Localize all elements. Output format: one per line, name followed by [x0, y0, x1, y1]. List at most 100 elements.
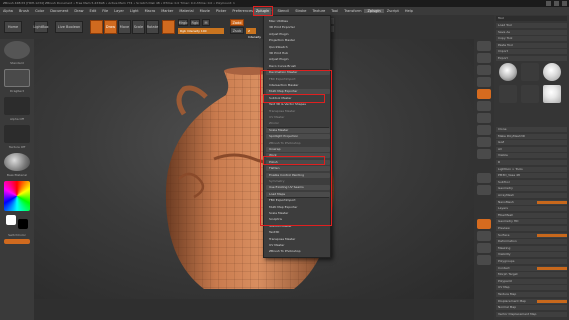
move-button[interactable]: Move: [118, 20, 131, 34]
brush-icon[interactable]: [4, 41, 30, 59]
menu-layer[interactable]: Layer: [111, 9, 127, 13]
menu-brush[interactable]: Brush: [16, 9, 32, 13]
polyf-button[interactable]: [477, 219, 491, 229]
zplugin-menu-button[interactable]: Zplugin: [254, 8, 271, 15]
zplugin-item[interactable]: Multi Map Exporter: [266, 89, 330, 95]
tool-palette-title[interactable]: Tool: [496, 16, 567, 21]
zplugin-item[interactable]: UV Master: [266, 115, 330, 120]
tool-palette-row[interactable]: Load Tool: [496, 23, 567, 28]
zplugin-item[interactable]: FBX ExportImport: [266, 198, 330, 203]
zplugin-item[interactable]: Decimation Master: [266, 70, 330, 76]
tool-palette-row[interactable]: Vector Displacement Map: [496, 311, 567, 317]
zplugin-item[interactable]: ZBrush To Photoshop: [266, 249, 330, 254]
bpr-button[interactable]: [477, 41, 491, 51]
menu-movie[interactable]: Movie: [197, 9, 213, 13]
stroke-icon[interactable]: [4, 69, 30, 87]
draw-button[interactable]: Draw: [104, 20, 117, 34]
tool-palette-row[interactable]: Import: [496, 49, 567, 55]
tool-palette-row[interactable]: Visible: [496, 153, 567, 159]
star-thumbnail[interactable]: [499, 85, 517, 103]
menu-stroke[interactable]: Stroke: [292, 9, 309, 13]
alpha-icon[interactable]: [4, 97, 30, 115]
menu-macro[interactable]: Macro: [142, 9, 159, 13]
menu-stencil[interactable]: Stencil: [274, 9, 292, 13]
tool-palette-row[interactable]: PM3D_Vase 48: [496, 173, 567, 179]
scale-button[interactable]: Scale: [132, 20, 145, 34]
rotate-button[interactable]: Rotate: [146, 20, 159, 34]
tool-palette-row[interactable]: UV Map: [496, 285, 567, 291]
tool-palette-row[interactable]: Export: [496, 56, 567, 61]
rgb-button[interactable]: Rgb: [190, 19, 200, 26]
xpose-button[interactable]: [477, 255, 491, 265]
zplugin-item[interactable]: QuickSketch: [266, 45, 330, 50]
menu-texture[interactable]: Texture: [309, 9, 328, 13]
tool-palette-row[interactable]: Texture Map: [496, 292, 567, 297]
zplugin-item[interactable]: Projection Master: [266, 38, 330, 43]
aahalf-button[interactable]: [477, 101, 491, 111]
tool-palette-row[interactable]: Geometry HD: [496, 219, 567, 225]
floor-button[interactable]: [477, 125, 491, 135]
zplugin-item[interactable]: Adjust Plugin: [266, 32, 330, 37]
document-canvas[interactable]: [34, 39, 474, 299]
zplugin-item[interactable]: SubTool Master: [266, 224, 330, 229]
zplugin-item[interactable]: Spotlight Projection: [266, 134, 330, 140]
tool-palette-row[interactable]: All: [496, 146, 567, 152]
zplugin-item[interactable]: Work: [266, 153, 330, 159]
menu-tool[interactable]: Tool: [328, 9, 341, 13]
zplugin-item[interactable]: Scale Master: [266, 211, 330, 216]
tool-palette-row[interactable]: Masking: [496, 245, 567, 251]
tool-palette-row[interactable]: FiberMesh: [496, 212, 567, 218]
menu-edit[interactable]: Edit: [87, 9, 100, 13]
secondary-color-swatch[interactable]: [18, 219, 28, 229]
persp-button[interactable]: [477, 113, 491, 123]
zadd-button[interactable]: Zadd: [230, 19, 244, 26]
zplugin-item[interactable]: Multi Map Exporter: [266, 205, 330, 210]
zsub-button[interactable]: Zsub: [230, 27, 244, 34]
zplugin-item[interactable]: Intersection Masker: [266, 83, 330, 88]
tool-palette-row[interactable]: R: [496, 160, 567, 165]
tool-palette-row[interactable]: Polygroups: [496, 259, 567, 264]
tool-palette-row[interactable]: Preview: [496, 226, 567, 231]
tool-palette-row[interactable]: NanoMesh: [496, 199, 567, 205]
zplugin-item[interactable]: Enable Control Painting: [266, 172, 330, 178]
zplugin-item[interactable]: Scale Master: [266, 127, 330, 133]
move-view-button[interactable]: [477, 185, 491, 195]
frame-button[interactable]: [477, 173, 491, 183]
color-picker[interactable]: [4, 181, 30, 211]
tool-palette-row[interactable]: ArrayMesh: [496, 193, 567, 198]
minimize-icon[interactable]: [546, 1, 551, 6]
tool-palette-row[interactable]: Make PolyMesh3D: [496, 133, 567, 139]
close-icon[interactable]: [562, 1, 567, 6]
menu-transform[interactable]: Transform: [341, 9, 364, 13]
main-color-swatch[interactable]: [6, 215, 16, 225]
menu-zscript[interactable]: Zscript: [384, 9, 402, 13]
tool-palette-row[interactable]: Save As: [496, 29, 567, 35]
zplugin-item[interactable]: Misc Utilities: [266, 19, 330, 24]
menu-file[interactable]: File: [99, 9, 111, 13]
menu-marker[interactable]: Marker: [158, 9, 176, 13]
zplugin-item[interactable]: Transpose Master: [266, 237, 330, 242]
tool-palette-row[interactable]: Geometry: [496, 186, 567, 192]
lightbox-button[interactable]: LightBox: [33, 21, 49, 33]
mrgb-button[interactable]: Mrgb: [178, 19, 188, 26]
rgb-intensity-slider[interactable]: Rgb Intensity 100: [178, 28, 224, 34]
zplugin-item[interactable]: ZBrush To Photoshop: [266, 141, 330, 146]
zplugin-item[interactable]: ZColor: [266, 121, 330, 126]
zplugin-item[interactable]: 3D Print Hub: [266, 51, 330, 56]
zplugin-item[interactable]: Flatten: [266, 166, 330, 172]
tool-palette-row[interactable]: Visibility: [496, 252, 567, 258]
tool-palette-row[interactable]: SubTool: [496, 179, 567, 185]
tool-palette-row[interactable]: Surface: [496, 232, 567, 238]
tool-palette-row[interactable]: Deformation: [496, 239, 567, 245]
transp-button[interactable]: [477, 231, 491, 241]
zplugin-item[interactable]: Transpose Master: [266, 109, 330, 114]
actual-button[interactable]: [477, 89, 491, 99]
tool-palette-row[interactable]: Copy Tool: [496, 36, 567, 42]
menu-preferences[interactable]: Preferences: [229, 9, 256, 13]
zplugin-item[interactable]: Adjust Plugin: [266, 57, 330, 62]
simplebrush-thumbnail[interactable]: [543, 85, 561, 103]
zplugin-item[interactable]: UV Master: [266, 243, 330, 248]
mesh-thumbnail[interactable]: [521, 63, 539, 81]
menu-alpha[interactable]: Alpha: [0, 9, 16, 13]
zplugin-item[interactable]: Polish: [266, 159, 330, 165]
